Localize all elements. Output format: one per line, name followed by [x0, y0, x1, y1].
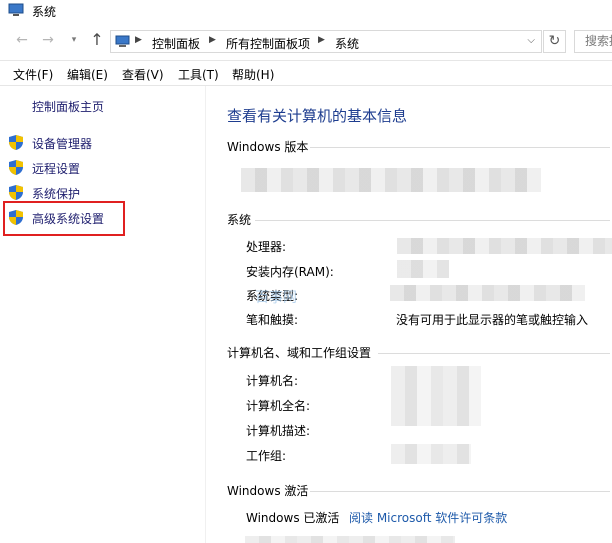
address-bar[interactable]: ▶ 控制面板 ▶ 所有控制面板项 ▶ 系统 ⌵ — [110, 30, 542, 53]
forward-arrow-icon[interactable]: → — [40, 32, 56, 48]
sidebar-item-label: 系统保护 — [32, 187, 81, 201]
workgroup-label: 工作组: — [246, 449, 287, 463]
redacted-computer-name-values — [391, 366, 481, 426]
search-input[interactable]: 搜索控 — [574, 30, 612, 53]
control-panel-icon — [115, 35, 130, 47]
up-arrow-icon[interactable]: ↑ — [89, 32, 105, 48]
menu-file[interactable]: 文件(F) — [13, 66, 53, 83]
recent-locations-chevron-icon[interactable]: ▾ — [66, 32, 82, 48]
shield-icon — [9, 135, 23, 150]
window-title: 系统 — [32, 5, 57, 19]
menu-help[interactable]: 帮助(H) — [232, 66, 274, 83]
computer-description-label: 计算机描述: — [246, 424, 311, 438]
menu-view[interactable]: 查看(V) — [122, 66, 164, 83]
control-panel-home-link[interactable]: 控制面板主页 — [32, 98, 104, 115]
redacted-product-id — [245, 536, 455, 543]
section-divider — [255, 220, 610, 221]
main-content: 查看有关计算机的基本信息 Windows 版本 系统 处理器: 安装内存(RAM… — [205, 86, 612, 543]
pen-touch-value: 没有可用于此显示器的笔或触控输入 — [396, 313, 589, 327]
address-dropdown-chevron-icon[interactable]: ⌵ — [527, 35, 535, 46]
menu-bar: 文件(F) 编辑(E) 查看(V) 工具(T) 帮助(H) — [0, 60, 612, 86]
breadcrumb-separator-icon: ▶ — [135, 35, 142, 45]
menu-tools[interactable]: 工具(T) — [178, 66, 219, 83]
computer-name-label: 计算机名: — [246, 374, 299, 388]
breadcrumb-separator-icon: ▶ — [209, 35, 216, 45]
shield-icon — [9, 185, 23, 200]
section-divider — [310, 491, 610, 492]
section-system: 系统 — [227, 213, 252, 227]
breadcrumb-system[interactable]: 系统 — [335, 35, 359, 52]
activation-status: Windows 已激活 — [246, 511, 340, 525]
license-terms-link[interactable]: 阅读 Microsoft 软件许可条款 — [349, 509, 507, 526]
navigation-bar: ← → ▾ ↑ ▶ 控制面板 ▶ 所有控制面板项 ▶ 系统 ⌵ ↻ 搜索控 — [0, 26, 612, 56]
watermark-logo: 百事网 — [255, 290, 297, 306]
shield-icon — [9, 160, 23, 175]
title-bar: 系统 — [0, 0, 612, 22]
section-divider — [378, 353, 610, 354]
section-windows-edition: Windows 版本 — [227, 140, 309, 154]
redacted-processor-value — [397, 238, 612, 254]
refresh-button[interactable]: ↻ — [543, 30, 566, 53]
processor-label: 处理器: — [246, 240, 287, 254]
breadcrumb-separator-icon: ▶ — [318, 35, 325, 45]
sidebar-item-label: 远程设置 — [32, 162, 81, 176]
redacted-workgroup-value — [391, 444, 471, 464]
page-title: 查看有关计算机的基本信息 — [227, 107, 408, 125]
highlight-annotation-box — [3, 201, 125, 236]
breadcrumb-control-panel[interactable]: 控制面板 — [152, 35, 200, 52]
section-divider — [310, 147, 610, 148]
section-computer-name: 计算机名、域和工作组设置 — [227, 346, 372, 360]
breadcrumb-all-items[interactable]: 所有控制面板项 — [226, 35, 310, 52]
full-computer-name-label: 计算机全名: — [246, 399, 311, 413]
section-activation: Windows 激活 — [227, 484, 309, 498]
ram-label: 安装内存(RAM): — [246, 265, 334, 279]
refresh-icon: ↻ — [548, 33, 561, 49]
system-app-icon — [8, 3, 24, 16]
back-arrow-icon[interactable]: ← — [14, 32, 30, 48]
redacted-system-type-value — [390, 285, 585, 301]
pen-touch-label: 笔和触摸: — [246, 313, 299, 327]
sidebar-item-label: 设备管理器 — [32, 137, 93, 151]
redacted-ram-value — [397, 260, 449, 278]
redacted-edition-info — [241, 168, 541, 192]
menu-edit[interactable]: 编辑(E) — [67, 66, 108, 83]
sidebar: 控制面板主页 设备管理器 远程设置 系统保护 高级系统设置 — [0, 86, 206, 543]
